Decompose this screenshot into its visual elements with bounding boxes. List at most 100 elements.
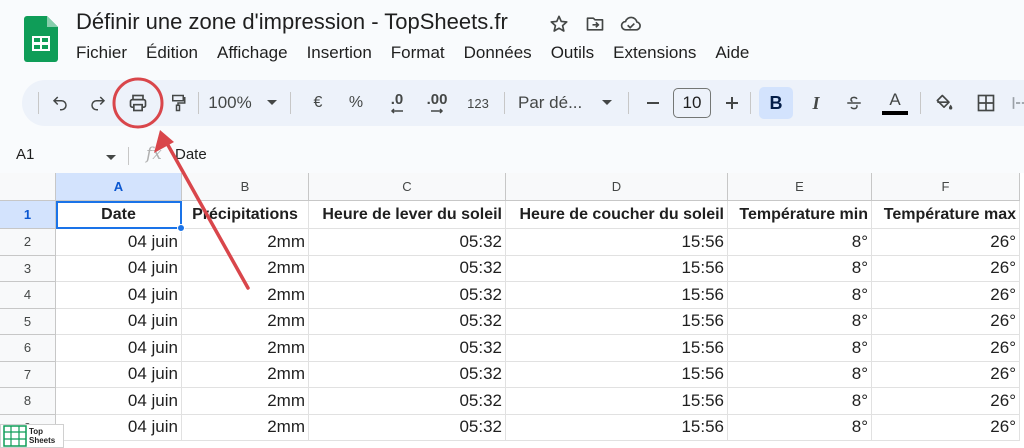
header-cell[interactable]: Heure de lever du soleil <box>309 201 506 229</box>
table-cell[interactable]: 8° <box>728 282 872 309</box>
merge-cells-icon[interactable] <box>1010 87 1024 119</box>
table-cell[interactable]: 26° <box>872 308 1020 335</box>
row-header-1[interactable]: 1 <box>0 201 56 229</box>
chevron-down-icon[interactable] <box>600 87 614 119</box>
table-cell[interactable]: 04 juin <box>56 335 182 362</box>
table-cell[interactable]: 8° <box>728 229 872 256</box>
table-cell[interactable]: 05:32 <box>309 308 506 335</box>
menu-edition[interactable]: Édition <box>146 43 198 63</box>
font-select[interactable]: Par dé... <box>518 87 594 119</box>
table-cell[interactable]: 26° <box>872 229 1020 256</box>
table-cell[interactable]: 15:56 <box>506 308 728 335</box>
header-cell[interactable]: Précipitations <box>182 201 309 229</box>
table-cell[interactable]: 04 juin <box>56 229 182 256</box>
undo-icon[interactable] <box>46 87 74 119</box>
header-cell[interactable]: Température min <box>728 201 872 229</box>
table-cell[interactable]: 2mm <box>182 335 309 362</box>
header-cell[interactable]: Heure de coucher du soleil <box>506 201 728 229</box>
table-cell[interactable]: 04 juin <box>56 361 182 388</box>
table-cell[interactable]: 15:56 <box>506 414 728 441</box>
table-cell[interactable]: 8° <box>728 388 872 415</box>
table-cell[interactable]: 05:32 <box>309 361 506 388</box>
fill-color-icon[interactable] <box>929 87 959 119</box>
table-cell[interactable]: 15:56 <box>506 229 728 256</box>
print-icon[interactable] <box>123 87 153 119</box>
table-cell[interactable]: 04 juin <box>56 388 182 415</box>
menu-donnees[interactable]: Données <box>464 43 532 63</box>
table-cell[interactable]: 04 juin <box>56 414 182 441</box>
table-cell[interactable]: 26° <box>872 255 1020 282</box>
number-format-button[interactable]: 123 <box>463 87 493 119</box>
row-header-3[interactable]: 3 <box>0 255 56 282</box>
font-size-decrease-icon[interactable] <box>642 87 664 119</box>
column-header-c[interactable]: C <box>309 173 506 201</box>
menu-affichage[interactable]: Affichage <box>217 43 288 63</box>
table-cell[interactable]: 26° <box>872 414 1020 441</box>
table-cell[interactable]: 04 juin <box>56 308 182 335</box>
table-cell[interactable]: 2mm <box>182 229 309 256</box>
row-header-4[interactable]: 4 <box>0 282 56 309</box>
menu-fichier[interactable]: Fichier <box>76 43 127 63</box>
table-cell[interactable]: 8° <box>728 255 872 282</box>
strikethrough-icon[interactable] <box>839 87 869 119</box>
row-header-7[interactable]: 7 <box>0 361 56 388</box>
table-cell[interactable]: 2mm <box>182 361 309 388</box>
row-header-5[interactable]: 5 <box>0 308 56 335</box>
row-header-8[interactable]: 8 <box>0 388 56 415</box>
table-cell[interactable]: 04 juin <box>56 282 182 309</box>
menu-aide[interactable]: Aide <box>715 43 749 63</box>
table-cell[interactable]: 05:32 <box>309 335 506 362</box>
table-cell[interactable]: 05:32 <box>309 414 506 441</box>
document-title[interactable]: Définir une zone d'impression - TopSheet… <box>76 9 508 35</box>
table-cell[interactable]: 04 juin <box>56 255 182 282</box>
italic-button[interactable]: I <box>801 87 831 119</box>
sheets-logo-icon[interactable] <box>24 16 58 62</box>
table-cell[interactable]: 15:56 <box>506 361 728 388</box>
table-cell[interactable]: 2mm <box>182 388 309 415</box>
column-header-e[interactable]: E <box>728 173 872 201</box>
formula-input[interactable]: Date <box>175 146 207 163</box>
table-cell[interactable]: 26° <box>872 361 1020 388</box>
column-header-d[interactable]: D <box>506 173 728 201</box>
menu-insertion[interactable]: Insertion <box>307 43 372 63</box>
star-icon[interactable] <box>548 13 570 35</box>
menu-outils[interactable]: Outils <box>551 43 594 63</box>
select-all-corner[interactable] <box>0 173 56 201</box>
table-cell[interactable]: 2mm <box>182 308 309 335</box>
chevron-down-icon[interactable] <box>105 149 117 167</box>
increase-decimals-button[interactable]: .00 <box>420 87 454 119</box>
table-cell[interactable]: 8° <box>728 361 872 388</box>
table-cell[interactable]: 05:32 <box>309 282 506 309</box>
spreadsheet-grid[interactable]: A B C D E F 1 Date Précipitations Heure de lever … <box>0 173 1024 448</box>
table-cell[interactable]: 8° <box>728 335 872 362</box>
table-cell[interactable]: 05:32 <box>309 255 506 282</box>
table-cell[interactable]: 2mm <box>182 282 309 309</box>
paint-format-icon[interactable] <box>164 87 192 119</box>
table-cell[interactable]: 8° <box>728 308 872 335</box>
move-folder-icon[interactable] <box>584 13 606 35</box>
cloud-saved-icon[interactable] <box>620 13 642 35</box>
borders-icon[interactable] <box>971 87 1001 119</box>
table-cell[interactable]: 15:56 <box>506 335 728 362</box>
table-cell[interactable]: 2mm <box>182 414 309 441</box>
table-cell[interactable]: 15:56 <box>506 388 728 415</box>
table-cell[interactable]: 05:32 <box>309 229 506 256</box>
row-header-6[interactable]: 6 <box>0 335 56 362</box>
column-header-a[interactable]: A <box>56 173 182 201</box>
table-cell[interactable]: 15:56 <box>506 255 728 282</box>
header-cell[interactable]: Date <box>56 201 182 229</box>
redo-icon[interactable] <box>84 87 112 119</box>
table-cell[interactable]: 8° <box>728 414 872 441</box>
table-cell[interactable]: 05:32 <box>309 388 506 415</box>
font-size-input[interactable]: 10 <box>673 88 711 118</box>
name-box[interactable]: A1 <box>16 146 34 163</box>
percent-button[interactable]: % <box>344 87 368 119</box>
table-cell[interactable]: 26° <box>872 388 1020 415</box>
fill-handle[interactable] <box>177 224 185 232</box>
column-header-b[interactable]: B <box>182 173 309 201</box>
column-header-f[interactable]: F <box>872 173 1020 201</box>
zoom-select[interactable]: 100% <box>204 87 256 119</box>
menu-extensions[interactable]: Extensions <box>613 43 696 63</box>
text-color-button[interactable]: A <box>878 87 912 119</box>
bold-button[interactable]: B <box>759 87 793 119</box>
